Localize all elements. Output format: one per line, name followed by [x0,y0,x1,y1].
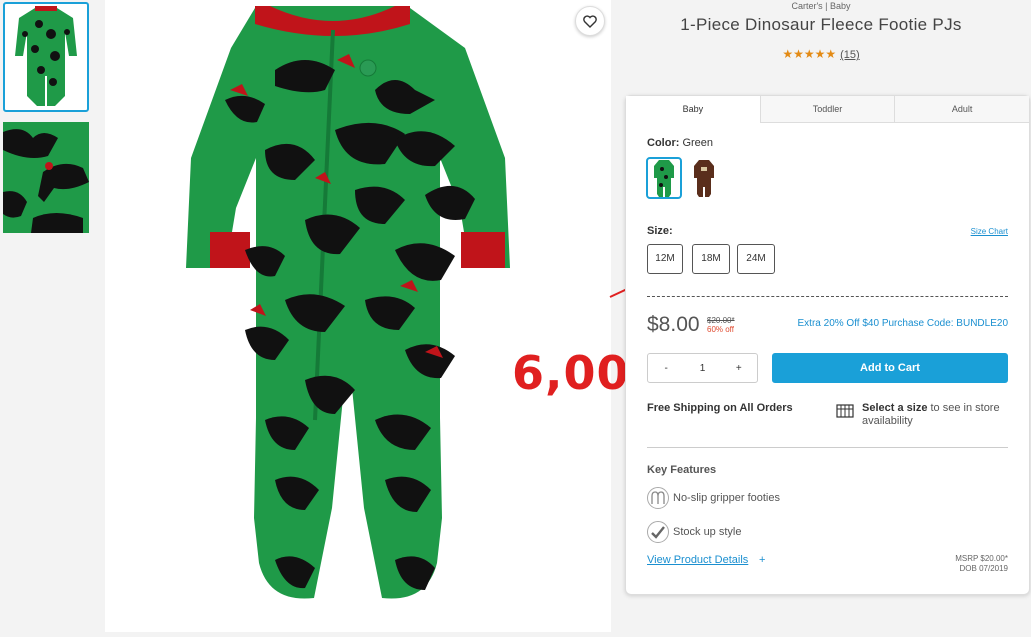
purchase-panel: Baby Toddler Adult Color: Green Size: Si… [625,95,1030,595]
product-page: 6,00 Carter's | Baby 1-Piece Dinosaur Fl… [0,0,1031,637]
add-to-cart-button[interactable]: Add to Cart [772,353,1008,383]
checkmark-icon [647,521,669,543]
dob-text: DOB 07/2019 [959,564,1008,573]
key-features-title: Key Features [647,464,717,476]
percent-off: 60% off [707,325,734,334]
msrp-text: MSRP $20.00* [955,554,1008,563]
decrement-button[interactable]: - [648,363,684,374]
original-price: $20.00* [707,316,735,325]
brand-line[interactable]: Carter's | Baby [611,1,1031,11]
rating: ★★★★★ (15) [611,47,1031,61]
sale-price: $8.00 [647,313,700,336]
tab-adult[interactable]: Adult [894,96,1030,122]
color-selection: Color: Green [647,137,713,149]
color-label: Color: [647,137,680,149]
tab-toddler[interactable]: Toddler [759,96,895,122]
divider [647,447,1008,448]
feature-label: No-slip gripper footies [673,492,780,504]
quantity-stepper: - 1 + [647,353,758,383]
free-shipping-text: Free Shipping on All Orders [647,402,793,414]
swatch-green[interactable] [646,157,682,199]
view-product-details-link[interactable]: View Product Details [647,554,748,566]
color-value: Green [682,137,714,149]
divider [647,296,1008,297]
increment-button[interactable]: + [721,363,757,374]
expand-plus-icon[interactable]: + [759,554,765,566]
price-annotation: 6,00 [512,346,630,400]
size-range-tabs: Baby Toddler Adult [626,96,1030,123]
tab-baby[interactable]: Baby [626,96,760,123]
size-label: Size: [647,225,673,237]
select-size-text: Select a size [862,402,928,414]
size-option-12m[interactable]: 12M [647,244,683,274]
thumbnail-full-pajama[interactable] [3,2,89,112]
msrp-info: MSRP $20.00* DOB 07/2019 [955,554,1008,574]
feature-item: No-slip gripper footies [647,487,780,509]
review-count-link[interactable]: (15) [840,49,860,61]
size-option-18m[interactable]: 18M [692,244,730,274]
main-product-image [105,0,611,632]
gripper-footies-icon [647,487,669,509]
quantity-value[interactable]: 1 [684,363,720,374]
heart-icon [583,14,597,28]
feature-item: Stock up style [647,521,741,543]
size-option-24m[interactable]: 24M [737,244,775,274]
page-title: 1-Piece Dinosaur Fleece Footie PJs [680,15,962,34]
star-rating-icon: ★★★★★ [782,47,837,61]
thumbnail-fabric-closeup[interactable] [3,122,89,233]
store-icon [836,404,854,418]
size-chart-link[interactable]: Size Chart [971,227,1008,236]
promo-text: Extra 20% Off $40 Purchase Code: BUNDLE2… [797,318,1008,329]
feature-label: Stock up style [673,526,742,538]
swatch-brown[interactable] [686,157,722,199]
store-availability: Select a size to see in store availabili… [862,402,1012,428]
favorite-button[interactable] [575,6,605,36]
